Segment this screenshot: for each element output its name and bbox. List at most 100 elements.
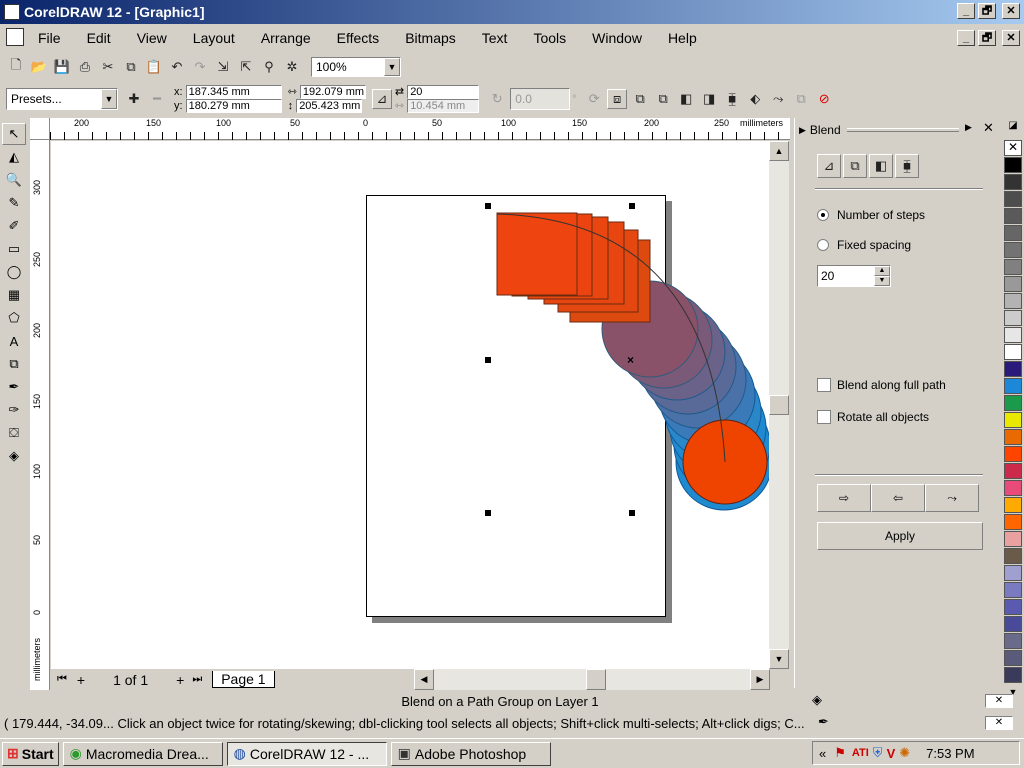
menu-help[interactable]: Help	[668, 30, 697, 46]
color-swatch[interactable]	[1004, 344, 1022, 360]
docker-grip[interactable]	[847, 128, 959, 132]
color-swatch[interactable]	[1004, 276, 1022, 292]
copy-blend-icon[interactable]: ⧉	[791, 89, 811, 109]
option-spacing[interactable]: Fixed spacing	[817, 238, 911, 252]
color-swatch[interactable]	[1004, 429, 1022, 445]
ellipse-tool-icon[interactable]: ◯	[2, 261, 26, 283]
height-field[interactable]: 205.423 mm	[296, 99, 363, 113]
menu-layout[interactable]: Layout	[193, 30, 235, 46]
color-swatch[interactable]	[1004, 412, 1022, 428]
undo-icon[interactable]: ↶	[167, 57, 187, 77]
presets-select[interactable]: Presets... ▼	[6, 88, 118, 110]
minimize-button[interactable]: _	[957, 3, 975, 19]
smart-fill-tool-icon[interactable]: ✐	[2, 215, 26, 237]
selection-handle[interactable]	[485, 357, 491, 363]
tray-expand-icon[interactable]: «	[819, 746, 826, 761]
rotate-blend-icon[interactable]: ↻	[487, 89, 507, 109]
spacing-field[interactable]: 10.454 mm	[407, 99, 480, 113]
color-swatch[interactable]	[1004, 242, 1022, 258]
color-swatch[interactable]	[1004, 480, 1022, 496]
color-swatch[interactable]	[1004, 565, 1022, 581]
color-swatch[interactable]	[1004, 497, 1022, 513]
misc-blend-options-icon[interactable]: ⧯	[722, 89, 742, 109]
menu-effects[interactable]: Effects	[337, 30, 380, 46]
chevron-down-icon[interactable]: ▼	[101, 89, 117, 109]
counterclockwise-blend-icon[interactable]: ⧉	[653, 89, 673, 109]
zoom-tool-icon[interactable]: 🔍	[2, 169, 26, 191]
paste-icon[interactable]: 📋	[144, 57, 164, 77]
selection-handle[interactable]	[485, 510, 491, 516]
blend-steps-icon[interactable]: ⊿	[371, 89, 392, 109]
shape-tool-icon[interactable]: ◭	[2, 146, 26, 168]
outline-indicator-icon[interactable]: ✒	[818, 714, 829, 730]
collapse-icon[interactable]: ▶	[799, 125, 806, 136]
color-swatch[interactable]	[1004, 599, 1022, 615]
color-swatch[interactable]	[1004, 531, 1022, 547]
color-swatch[interactable]	[1004, 548, 1022, 564]
color-swatch[interactable]	[1004, 650, 1022, 666]
pick-tool-icon[interactable]: ↖	[2, 123, 26, 145]
apply-button[interactable]: Apply	[817, 522, 983, 550]
color-swatch[interactable]	[1004, 361, 1022, 377]
steps-radio[interactable]	[817, 209, 829, 221]
horizontal-scrollbar[interactable]: ◀ ▶	[414, 669, 770, 690]
color-swatch[interactable]	[1004, 293, 1022, 309]
selection-handle[interactable]	[485, 203, 491, 209]
color-swatch[interactable]	[1004, 378, 1022, 394]
selection-handle[interactable]	[629, 510, 635, 516]
cut-icon[interactable]: ✂	[98, 57, 118, 77]
last-page-icon[interactable]: ⏭	[192, 673, 202, 686]
y-field[interactable]: 180.279 mm	[185, 99, 282, 113]
menu-edit[interactable]: Edit	[87, 30, 111, 46]
color-swatch[interactable]	[1004, 327, 1022, 343]
ruler-origin[interactable]	[30, 118, 50, 140]
text-tool-icon[interactable]: A	[2, 330, 26, 352]
scroll-left-icon[interactable]: ◀	[414, 669, 434, 690]
rectangle-tool-icon[interactable]: ▭	[2, 238, 26, 260]
color-swatch[interactable]	[1004, 633, 1022, 649]
copy-icon[interactable]: ⧉	[121, 57, 141, 77]
spacing-radio[interactable]	[817, 239, 829, 251]
path-icon[interactable]: ⤳	[925, 484, 979, 512]
color-swatch[interactable]	[1004, 310, 1022, 326]
clockwise-blend-icon[interactable]: ⧉	[630, 89, 650, 109]
blend-artwork[interactable]	[470, 200, 780, 520]
blend-group[interactable]	[496, 212, 773, 511]
color-swatch[interactable]	[1004, 174, 1022, 190]
doc-minimize-button[interactable]: _	[957, 30, 975, 46]
interactive-fill-tool-icon[interactable]: ◈	[2, 445, 26, 467]
menu-view[interactable]: View	[137, 30, 167, 46]
color-swatch[interactable]	[1004, 395, 1022, 411]
app-icon[interactable]	[4, 4, 20, 20]
chevron-down-icon[interactable]: ▼	[384, 58, 400, 76]
app-launcher-icon[interactable]: ⚲	[259, 57, 279, 77]
new-icon[interactable]: 🗋	[6, 57, 26, 77]
width-field[interactable]: 192.079 mm	[299, 85, 366, 99]
clear-blend-icon[interactable]: ⊘	[814, 89, 834, 109]
color-swatch[interactable]	[1004, 582, 1022, 598]
fill-none-swatch[interactable]: ✕	[985, 694, 1013, 708]
color-swatch[interactable]	[1004, 446, 1022, 462]
steps-field[interactable]: 20	[407, 85, 480, 99]
open-icon[interactable]: 📂	[29, 57, 49, 77]
add-preset-icon[interactable]: ✚	[124, 89, 144, 109]
option-rotate-all[interactable]: Rotate all objects	[817, 410, 929, 424]
print-icon[interactable]: ⎙	[75, 57, 95, 77]
task-coreldraw[interactable]: ◍ CorelDRAW 12 - ...	[226, 741, 387, 766]
scroll-right-icon[interactable]: ▶	[750, 669, 770, 690]
remove-preset-icon[interactable]: ━	[147, 89, 167, 109]
rotate-all-checkbox[interactable]	[817, 410, 831, 424]
color-swatch[interactable]	[1004, 157, 1022, 173]
page-tab[interactable]: Page 1	[212, 671, 275, 688]
option-full-path[interactable]: Blend along full path	[817, 378, 946, 392]
color-swatch[interactable]	[1004, 259, 1022, 275]
tray-shield-icon[interactable]: ⛨	[873, 745, 883, 761]
blend-misc-tab-icon[interactable]: ⧯	[895, 154, 919, 178]
path-properties-icon[interactable]: ⤳	[768, 89, 788, 109]
tray-app-icon[interactable]: ⚑	[834, 745, 846, 761]
doc-close-button[interactable]: ✕	[1002, 30, 1020, 46]
menu-arrange[interactable]: Arrange	[261, 30, 311, 46]
color-swatch[interactable]	[1004, 463, 1022, 479]
blend-color-tab-icon[interactable]: ◧	[869, 154, 893, 178]
save-icon[interactable]: 💾	[52, 57, 72, 77]
